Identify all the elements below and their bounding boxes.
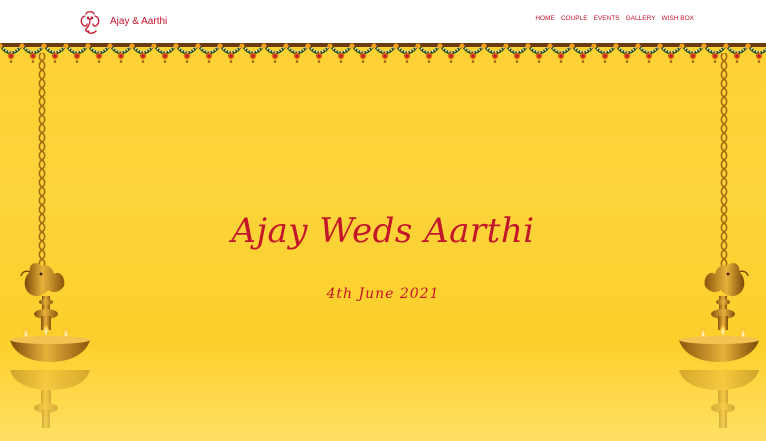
hero-banner: Ajay Weds Aarthi 4th June 2021	[0, 43, 766, 441]
nav-home[interactable]: HOME	[535, 15, 555, 22]
nav-gallery[interactable]: GALLERY	[626, 15, 656, 22]
marigold-garland	[0, 43, 766, 65]
navbar: Ajay & Aarthi HOME COUPLE EVENTS GALLERY…	[0, 0, 766, 43]
wedding-date: 4th June 2021	[326, 286, 440, 302]
ganesha-icon	[80, 11, 100, 34]
brand-name: Ajay & Aarthi	[110, 16, 168, 27]
nav-wish-box[interactable]: WISH BOX	[661, 15, 694, 22]
nav-couple[interactable]: COUPLE	[561, 15, 588, 22]
brand[interactable]: Ajay & Aarthi	[77, 8, 167, 35]
nav-events[interactable]: EVENTS	[594, 15, 620, 22]
hero-title: Ajay Weds Aarthi	[231, 211, 535, 251]
nav-menu: HOME COUPLE EVENTS GALLERY WISH BOX	[535, 15, 694, 22]
